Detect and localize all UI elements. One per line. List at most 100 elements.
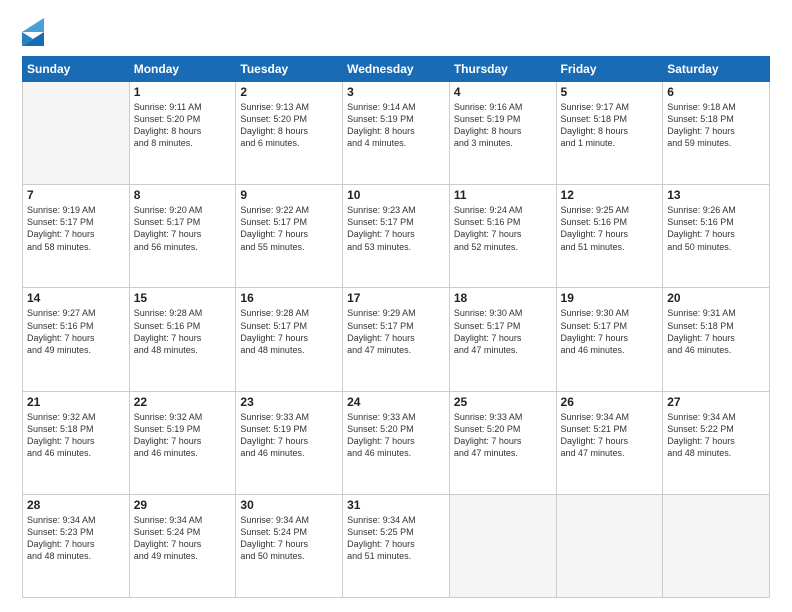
calendar-cell: 26 Sunrise: 9:34 AM Sunset: 5:21 PM Dayli… [556,391,663,494]
calendar-cell [23,82,130,185]
calendar-cell: 16 Sunrise: 9:28 AM Sunset: 5:17 PM Dayli… [236,288,343,391]
calendar-cell: 8 Sunrise: 9:20 AM Sunset: 5:17 PM Daylig… [129,185,236,288]
day-info: Sunrise: 9:26 AM Sunset: 5:16 PM Dayligh… [667,204,765,253]
day-info: Sunrise: 9:23 AM Sunset: 5:17 PM Dayligh… [347,204,445,253]
day-number: 27 [667,395,765,409]
day-info: Sunrise: 9:30 AM Sunset: 5:17 PM Dayligh… [561,307,659,356]
day-number: 6 [667,85,765,99]
calendar-cell: 21 Sunrise: 9:32 AM Sunset: 5:18 PM Dayli… [23,391,130,494]
day-info: Sunrise: 9:16 AM Sunset: 5:19 PM Dayligh… [454,101,552,150]
logo [22,18,48,46]
calendar-header-sunday: Sunday [23,57,130,82]
calendar-cell: 4 Sunrise: 9:16 AM Sunset: 5:19 PM Daylig… [449,82,556,185]
calendar-cell: 25 Sunrise: 9:33 AM Sunset: 5:20 PM Dayli… [449,391,556,494]
day-info: Sunrise: 9:27 AM Sunset: 5:16 PM Dayligh… [27,307,125,356]
calendar-cell: 12Sunrise: 9:25 AM Sunset: 5:16 PM Dayli… [556,185,663,288]
day-info: Sunrise: 9:34 AM Sunset: 5:23 PM Dayligh… [27,514,125,563]
day-info: Sunrise: 9:29 AM Sunset: 5:17 PM Dayligh… [347,307,445,356]
day-number: 1 [134,85,232,99]
day-number: 5 [561,85,659,99]
day-info: Sunrise: 9:34 AM Sunset: 5:21 PM Dayligh… [561,411,659,460]
calendar-header-friday: Friday [556,57,663,82]
calendar-cell: 20 Sunrise: 9:31 AM Sunset: 5:18 PM Dayli… [663,288,770,391]
day-number: 30 [240,498,338,512]
day-number: 21 [27,395,125,409]
day-number: 13 [667,188,765,202]
calendar-header-thursday: Thursday [449,57,556,82]
calendar-header-monday: Monday [129,57,236,82]
day-number: 25 [454,395,552,409]
day-number: 2 [240,85,338,99]
calendar-cell: 18Sunrise: 9:30 AM Sunset: 5:17 PM Dayli… [449,288,556,391]
day-number: 26 [561,395,659,409]
calendar-cell: 22 Sunrise: 9:32 AM Sunset: 5:19 PM Dayli… [129,391,236,494]
calendar-cell: 13 Sunrise: 9:26 AM Sunset: 5:16 PM Dayli… [663,185,770,288]
calendar-week-2: 14 Sunrise: 9:27 AM Sunset: 5:16 PM Dayli… [23,288,770,391]
day-number: 28 [27,498,125,512]
day-number: 17 [347,291,445,305]
day-number: 7 [27,188,125,202]
day-info: Sunrise: 9:28 AM Sunset: 5:16 PM Dayligh… [134,307,232,356]
day-number: 19 [561,291,659,305]
logo-icon [22,18,44,46]
calendar-header-wednesday: Wednesday [343,57,450,82]
day-info: Sunrise: 9:11 AM Sunset: 5:20 PM Dayligh… [134,101,232,150]
day-info: Sunrise: 9:19 AM Sunset: 5:17 PM Dayligh… [27,204,125,253]
calendar-cell: 31 Sunrise: 9:34 AM Sunset: 5:25 PM Dayli… [343,494,450,597]
calendar-cell: 24Sunrise: 9:33 AM Sunset: 5:20 PM Dayli… [343,391,450,494]
day-info: Sunrise: 9:18 AM Sunset: 5:18 PM Dayligh… [667,101,765,150]
day-info: Sunrise: 9:33 AM Sunset: 5:20 PM Dayligh… [454,411,552,460]
day-number: 31 [347,498,445,512]
day-number: 20 [667,291,765,305]
day-number: 22 [134,395,232,409]
calendar-cell: 5 Sunrise: 9:17 AM Sunset: 5:18 PM Daylig… [556,82,663,185]
day-number: 24 [347,395,445,409]
calendar-cell: 7 Sunrise: 9:19 AM Sunset: 5:17 PM Daylig… [23,185,130,288]
day-info: Sunrise: 9:22 AM Sunset: 5:17 PM Dayligh… [240,204,338,253]
calendar-cell: 2 Sunrise: 9:13 AM Sunset: 5:20 PM Daylig… [236,82,343,185]
day-number: 4 [454,85,552,99]
day-info: Sunrise: 9:24 AM Sunset: 5:16 PM Dayligh… [454,204,552,253]
calendar: SundayMondayTuesdayWednesdayThursdayFrid… [22,56,770,598]
calendar-week-0: 1 Sunrise: 9:11 AM Sunset: 5:20 PM Daylig… [23,82,770,185]
day-info: Sunrise: 9:32 AM Sunset: 5:19 PM Dayligh… [134,411,232,460]
day-info: Sunrise: 9:34 AM Sunset: 5:25 PM Dayligh… [347,514,445,563]
calendar-cell [449,494,556,597]
day-info: Sunrise: 9:34 AM Sunset: 5:24 PM Dayligh… [240,514,338,563]
day-number: 14 [27,291,125,305]
calendar-week-3: 21 Sunrise: 9:32 AM Sunset: 5:18 PM Dayli… [23,391,770,494]
day-number: 8 [134,188,232,202]
day-info: Sunrise: 9:13 AM Sunset: 5:20 PM Dayligh… [240,101,338,150]
calendar-cell: 9 Sunrise: 9:22 AM Sunset: 5:17 PM Daylig… [236,185,343,288]
day-info: Sunrise: 9:17 AM Sunset: 5:18 PM Dayligh… [561,101,659,150]
calendar-cell: 17 Sunrise: 9:29 AM Sunset: 5:17 PM Dayli… [343,288,450,391]
day-number: 10 [347,188,445,202]
calendar-cell [556,494,663,597]
day-info: Sunrise: 9:25 AM Sunset: 5:16 PM Dayligh… [561,204,659,253]
day-info: Sunrise: 9:28 AM Sunset: 5:17 PM Dayligh… [240,307,338,356]
day-info: Sunrise: 9:14 AM Sunset: 5:19 PM Dayligh… [347,101,445,150]
calendar-cell: 19 Sunrise: 9:30 AM Sunset: 5:17 PM Dayli… [556,288,663,391]
calendar-cell: 29Sunrise: 9:34 AM Sunset: 5:24 PM Dayli… [129,494,236,597]
day-info: Sunrise: 9:32 AM Sunset: 5:18 PM Dayligh… [27,411,125,460]
calendar-cell: 10 Sunrise: 9:23 AM Sunset: 5:17 PM Dayli… [343,185,450,288]
day-number: 3 [347,85,445,99]
calendar-cell: 14 Sunrise: 9:27 AM Sunset: 5:16 PM Dayli… [23,288,130,391]
day-number: 16 [240,291,338,305]
day-info: Sunrise: 9:33 AM Sunset: 5:19 PM Dayligh… [240,411,338,460]
page: SundayMondayTuesdayWednesdayThursdayFrid… [0,0,792,612]
day-number: 9 [240,188,338,202]
calendar-cell [663,494,770,597]
day-info: Sunrise: 9:34 AM Sunset: 5:22 PM Dayligh… [667,411,765,460]
calendar-header-saturday: Saturday [663,57,770,82]
calendar-cell: 3 Sunrise: 9:14 AM Sunset: 5:19 PM Daylig… [343,82,450,185]
day-number: 18 [454,291,552,305]
day-info: Sunrise: 9:31 AM Sunset: 5:18 PM Dayligh… [667,307,765,356]
calendar-header-tuesday: Tuesday [236,57,343,82]
day-info: Sunrise: 9:20 AM Sunset: 5:17 PM Dayligh… [134,204,232,253]
calendar-cell: 27 Sunrise: 9:34 AM Sunset: 5:22 PM Dayli… [663,391,770,494]
calendar-cell: 23Sunrise: 9:33 AM Sunset: 5:19 PM Dayli… [236,391,343,494]
calendar-cell: 1 Sunrise: 9:11 AM Sunset: 5:20 PM Daylig… [129,82,236,185]
header [22,18,770,46]
day-info: Sunrise: 9:34 AM Sunset: 5:24 PM Dayligh… [134,514,232,563]
